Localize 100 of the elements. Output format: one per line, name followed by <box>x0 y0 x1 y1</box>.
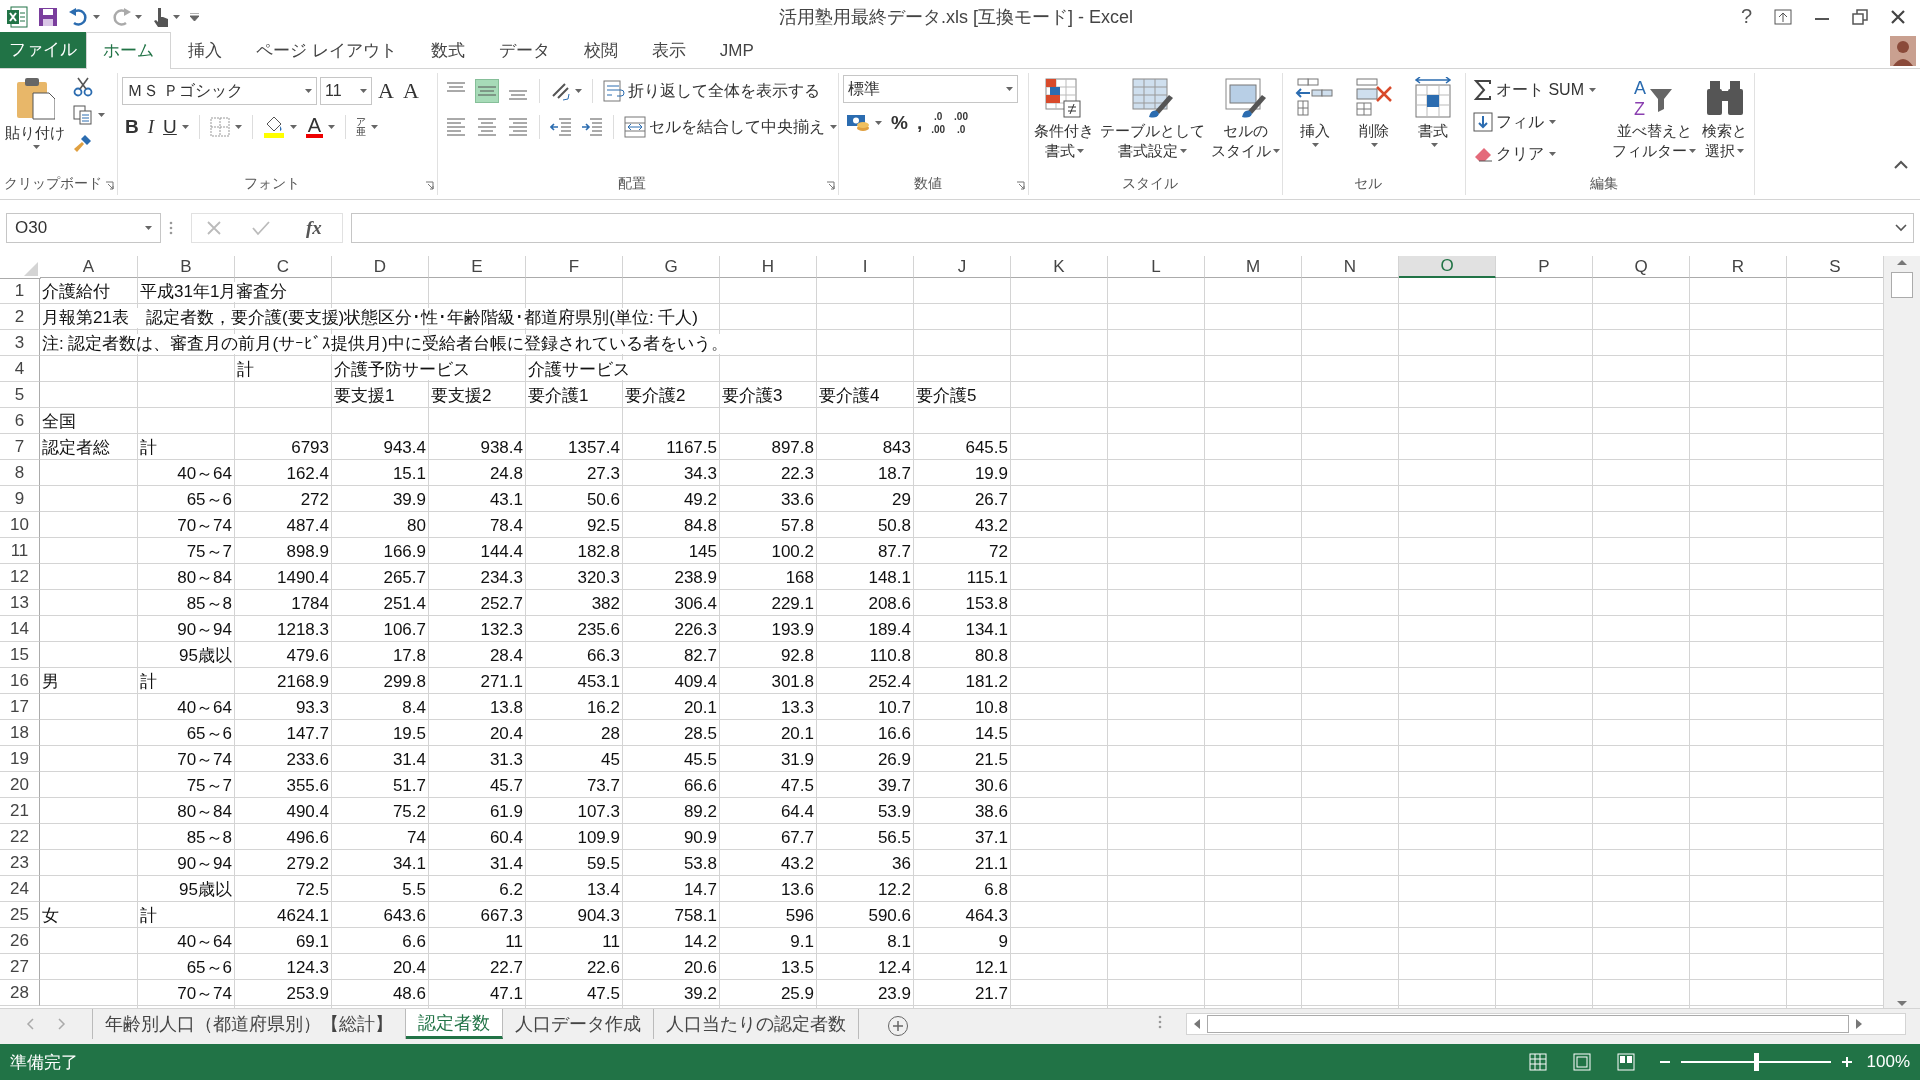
shrink-font-button[interactable]: A <box>399 76 422 106</box>
ribbon-tab[interactable]: 数式 <box>413 32 482 68</box>
avatar-icon[interactable] <box>1890 35 1916 66</box>
conditional-formatting-button[interactable]: 条件付き 書式 <box>1033 75 1095 163</box>
decrease-indent-icon[interactable] <box>550 116 572 138</box>
row-header[interactable]: 6 <box>0 408 40 434</box>
ribbon-tab[interactable]: JMP <box>702 32 771 68</box>
column-header[interactable]: O <box>1399 256 1496 278</box>
column-header[interactable]: A <box>40 256 138 278</box>
row-header[interactable]: 26 <box>0 928 40 954</box>
row-header[interactable]: 1 <box>0 278 40 304</box>
increase-decimal-button[interactable]: .0 .00 <box>928 109 949 137</box>
underline-button[interactable]: U <box>160 114 192 140</box>
undo-icon[interactable] <box>68 7 90 26</box>
ribbon-display-icon[interactable] <box>1774 8 1792 25</box>
row-header[interactable]: 25 <box>0 902 40 928</box>
insert-function-button[interactable]: fx <box>300 216 328 240</box>
customize-icon[interactable] <box>190 12 199 21</box>
row-header[interactable]: 23 <box>0 850 40 876</box>
page-layout-icon[interactable] <box>1572 1053 1591 1071</box>
save-icon[interactable] <box>38 6 58 27</box>
number-format-dropdown[interactable]: 標準 <box>843 75 1018 103</box>
scroll-thumb[interactable] <box>1891 272 1913 298</box>
font-size-dropdown[interactable]: 11 <box>320 77 372 105</box>
ribbon-tab[interactable]: 校閲 <box>566 32 635 68</box>
zoom-in-icon[interactable] <box>1840 1056 1853 1068</box>
align-right-icon[interactable] <box>507 116 529 138</box>
delete-button[interactable]: 削除 <box>1352 75 1396 149</box>
ribbon-tab[interactable]: データ <box>481 32 567 68</box>
help-button[interactable]: ? <box>1740 5 1752 28</box>
align-left-icon[interactable] <box>445 116 467 138</box>
autosum-button[interactable]: オート SUM <box>1470 75 1599 105</box>
cell-styles-button[interactable]: セルの スタイル <box>1210 75 1281 163</box>
sheet-tab[interactable]: 人口当たりの認定者数 <box>654 1009 859 1039</box>
touch-hand-icon[interactable] <box>152 5 170 28</box>
bold-button[interactable]: B <box>122 114 142 140</box>
spreadsheet-logo-icon[interactable] <box>6 5 28 28</box>
row-header[interactable]: 9 <box>0 486 40 512</box>
dialog-launcher-icon[interactable] <box>105 181 114 190</box>
row-header[interactable]: 14 <box>0 616 40 642</box>
increase-indent-icon[interactable] <box>581 116 603 138</box>
close-icon[interactable] <box>1890 8 1906 25</box>
find-select-button[interactable]: 検索と 選択 <box>1701 75 1748 163</box>
restore-icon[interactable] <box>1852 8 1868 25</box>
row-header[interactable]: 19 <box>0 746 40 772</box>
merge-center-button[interactable]: セルを結合して中央揃え <box>621 114 840 140</box>
wrap-text-button[interactable]: 折り返して全体を表示する <box>600 78 823 104</box>
row-header[interactable]: 10 <box>0 512 40 538</box>
scroll-left-icon[interactable] <box>1193 1018 1201 1030</box>
paste-button[interactable]: 貼り付け <box>4 75 66 151</box>
scroll-right-icon[interactable] <box>1855 1018 1863 1030</box>
sheet-tab[interactable]: 認定者数 <box>406 1009 503 1039</box>
normal-view-icon[interactable] <box>1528 1053 1547 1071</box>
ribbon-tab[interactable]: 挿入 <box>171 32 239 68</box>
collapse-ribbon-icon[interactable] <box>1894 160 1908 169</box>
row-header[interactable]: 13 <box>0 590 40 616</box>
row-header[interactable]: 8 <box>0 460 40 486</box>
name-box[interactable]: O30 <box>6 213 161 243</box>
row-header[interactable]: 4 <box>0 356 40 382</box>
row-header[interactable]: 16 <box>0 668 40 694</box>
row-header[interactable]: 18 <box>0 720 40 746</box>
dialog-launcher-icon[interactable] <box>826 181 835 190</box>
sheet-tab[interactable]: 人口データ作成 <box>503 1009 654 1039</box>
file-tab[interactable]: ファイル <box>0 32 86 68</box>
percent-button[interactable]: % <box>888 110 911 136</box>
row-header[interactable]: 21 <box>0 798 40 824</box>
clear-button[interactable]: クリア <box>1470 139 1599 169</box>
phonetic-button[interactable]: ア 亜 <box>353 115 382 139</box>
formula-input[interactable] <box>350 213 1914 243</box>
zoom-level[interactable]: 100% <box>1866 1052 1910 1072</box>
font-color-button[interactable]: A <box>302 114 339 140</box>
scroll-up-icon[interactable] <box>1896 258 1908 266</box>
decrease-decimal-button[interactable]: .00 .0 <box>951 109 971 137</box>
row-header[interactable]: 5 <box>0 382 40 408</box>
row-header[interactable]: 3 <box>0 330 40 356</box>
row-header[interactable]: 11 <box>0 538 40 564</box>
row-header[interactable]: 17 <box>0 694 40 720</box>
sort-filter-button[interactable]: A Z 並べ替えと フィルター <box>1611 75 1697 163</box>
format-as-table-button[interactable]: テーブルとして 書式設定 <box>1099 75 1206 163</box>
scroll-thumb[interactable] <box>1207 1015 1849 1033</box>
ribbon-tab[interactable]: ホーム <box>86 32 171 69</box>
row-header[interactable]: 7 <box>0 434 40 460</box>
row-header[interactable]: 20 <box>0 772 40 798</box>
dialog-launcher-icon[interactable] <box>425 181 434 190</box>
redo-icon[interactable] <box>110 7 132 26</box>
insert-button[interactable]: 挿入 <box>1292 75 1337 149</box>
italic-button[interactable]: I <box>144 114 158 140</box>
ribbon-tab[interactable]: 表示 <box>634 32 703 68</box>
row-header[interactable]: 24 <box>0 876 40 902</box>
ribbon-tab[interactable]: ページ レイアウト <box>239 32 414 68</box>
row-header[interactable]: 2 <box>0 304 40 330</box>
align-center-icon[interactable] <box>476 116 498 138</box>
row-header[interactable]: 27 <box>0 954 40 980</box>
grow-font-button[interactable]: A <box>375 76 397 106</box>
dialog-launcher-icon[interactable] <box>1016 181 1025 190</box>
comma-style-button[interactable]: , <box>913 110 926 136</box>
format-button[interactable]: 書式 <box>1411 75 1456 149</box>
row-header[interactable]: 15 <box>0 642 40 668</box>
zoom-thumb[interactable] <box>1753 1053 1759 1071</box>
copy-button[interactable] <box>70 103 108 127</box>
